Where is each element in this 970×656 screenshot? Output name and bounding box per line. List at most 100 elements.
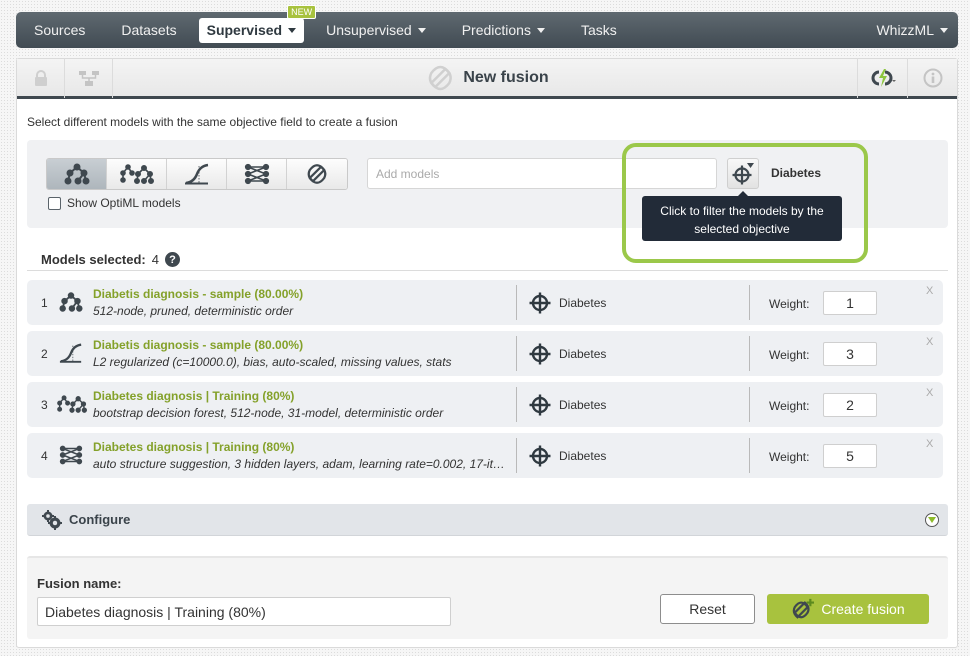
objective-filter-icon — [732, 162, 754, 184]
model-name-link[interactable]: Diabetes diagnosis | Training (80%) — [93, 389, 294, 403]
reload-lightning-icon — [871, 68, 896, 87]
model-name-link[interactable]: Diabetis diagnosis - sample (80.00%) — [93, 287, 303, 301]
expand-toggle-icon[interactable] — [925, 513, 939, 527]
type-ensemble-button[interactable] — [107, 159, 167, 189]
logistic-regression-icon — [59, 343, 82, 363]
page-title: New fusion — [425, 63, 549, 93]
nav-label: Datasets — [121, 22, 177, 38]
objective-icon — [529, 292, 551, 314]
model-row: 2 Diabetis diagnosis - sample (80.00%) L… — [27, 331, 943, 376]
fusion-name-input[interactable] — [37, 597, 451, 626]
weight-input[interactable] — [823, 444, 877, 468]
help-icon[interactable]: ? — [165, 252, 180, 267]
model-index: 3 — [41, 398, 48, 412]
fusion-name-label: Fusion name: — [37, 576, 122, 591]
model-description: bootstrap decision forest, 512-node, 31-… — [93, 406, 444, 420]
reset-button[interactable]: Reset — [660, 594, 755, 624]
logistic-regression-icon — [184, 163, 208, 185]
lock-button[interactable] — [17, 57, 65, 98]
model-row: 1 Diabetis diagnosis - sample (80.00%) 5… — [27, 280, 943, 325]
type-logistic-regression-button[interactable] — [167, 159, 227, 189]
deepnet-icon — [59, 445, 83, 465]
decision-tree-icon — [64, 163, 89, 185]
model-objective: Diabetes — [559, 296, 607, 310]
objective-icon — [529, 394, 551, 416]
divider — [749, 285, 750, 320]
filter-by-objective-button[interactable] — [727, 158, 759, 189]
type-fusion-button[interactable] — [287, 159, 347, 189]
weight-input[interactable] — [823, 393, 877, 417]
intro-text: Select different models with the same ob… — [27, 115, 398, 129]
ensemble-icon — [119, 164, 154, 185]
deepnet-icon — [244, 163, 269, 185]
nav-tasks[interactable]: Tasks — [563, 12, 635, 48]
divider — [749, 336, 750, 371]
show-optiml-toggle[interactable]: Show OptiML models — [48, 196, 181, 210]
optiml-checkbox[interactable] — [48, 196, 61, 210]
create-fusion-button[interactable]: Create fusion — [767, 594, 929, 624]
model-name-link[interactable]: Diabetis diagnosis - sample (80.00%) — [93, 338, 303, 352]
type-model-button[interactable] — [47, 159, 107, 189]
model-index: 1 — [41, 296, 48, 310]
fusion-icon — [307, 164, 327, 184]
model-objective: Diabetes — [559, 398, 607, 412]
weight-label: Weight: — [769, 399, 810, 413]
divider — [749, 387, 750, 422]
models-selected-header: Models selected: 4 ? — [27, 249, 948, 271]
configure-section-toggle[interactable]: Configure — [27, 504, 948, 536]
model-index: 4 — [41, 449, 48, 463]
model-selector: Show OptiML models Diabetes Click to fil… — [27, 140, 948, 241]
model-type-group — [46, 158, 348, 190]
fusion-add-icon — [793, 598, 815, 619]
remove-model-button[interactable]: X — [926, 285, 933, 297]
models-selected-label: Models selected: — [41, 252, 146, 267]
model-description: L2 regularized (c=10000.0), bias, auto-s… — [93, 355, 452, 369]
objective-field-label: Diabetes — [771, 166, 822, 180]
title-text: New fusion — [463, 68, 549, 86]
remove-model-button[interactable]: X — [926, 387, 933, 399]
nav-unsupervised[interactable]: Unsupervised — [308, 12, 444, 48]
model-name-link[interactable]: Diabetes diagnosis | Training (80%) — [93, 440, 294, 454]
add-models-input[interactable] — [367, 158, 717, 189]
remove-model-button[interactable]: X — [926, 438, 933, 450]
model-objective: Diabetes — [559, 449, 607, 463]
weight-input[interactable] — [823, 342, 877, 366]
model-row: 3 Diabetes diagnosis | Training (80%) bo… — [27, 382, 943, 427]
nav-datasets[interactable]: Datasets — [103, 12, 194, 48]
nav-predictions[interactable]: Predictions — [444, 12, 563, 48]
caret-down-icon — [940, 27, 948, 33]
objective-icon — [529, 343, 551, 365]
title-bar: New fusion — [17, 57, 957, 99]
models-selected-count: 4 — [151, 252, 159, 267]
info-button[interactable] — [907, 57, 957, 98]
divider — [516, 285, 517, 320]
create-fusion-label: Create fusion — [821, 601, 905, 617]
nav-label: Predictions — [461, 22, 531, 38]
model-description: 512-node, pruned, deterministic order — [93, 304, 294, 318]
caret-down-icon — [288, 27, 297, 33]
weight-label: Weight: — [769, 450, 810, 464]
configure-label: Configure — [69, 512, 131, 527]
nav-label: Supervised — [206, 22, 283, 38]
reload-menu-button[interactable] — [857, 57, 907, 98]
weight-input[interactable] — [823, 291, 877, 315]
top-nav: Sources Datasets Supervised NEW Unsuperv… — [16, 4, 958, 48]
tree-structure-button[interactable] — [65, 57, 113, 98]
nav-label: Sources — [34, 22, 86, 38]
gears-icon — [42, 509, 62, 530]
caret-down-icon — [417, 27, 426, 33]
filter-tooltip: Click to filter the models by the select… — [642, 191, 842, 241]
weight-label: Weight: — [769, 348, 810, 362]
divider — [516, 387, 517, 422]
fusion-icon — [428, 65, 452, 90]
nav-whizzml[interactable]: WhizzML — [858, 12, 958, 48]
nav-sources[interactable]: Sources — [16, 12, 103, 48]
divider — [516, 438, 517, 473]
main-panel: New fusion Select different models with … — [16, 57, 958, 648]
tree-structure-icon — [78, 70, 99, 86]
type-deepnet-button[interactable] — [227, 159, 287, 189]
remove-model-button[interactable]: X — [926, 336, 933, 348]
nav-supervised[interactable]: Supervised NEW — [198, 4, 317, 43]
divider — [749, 438, 750, 473]
lock-icon — [34, 69, 47, 86]
